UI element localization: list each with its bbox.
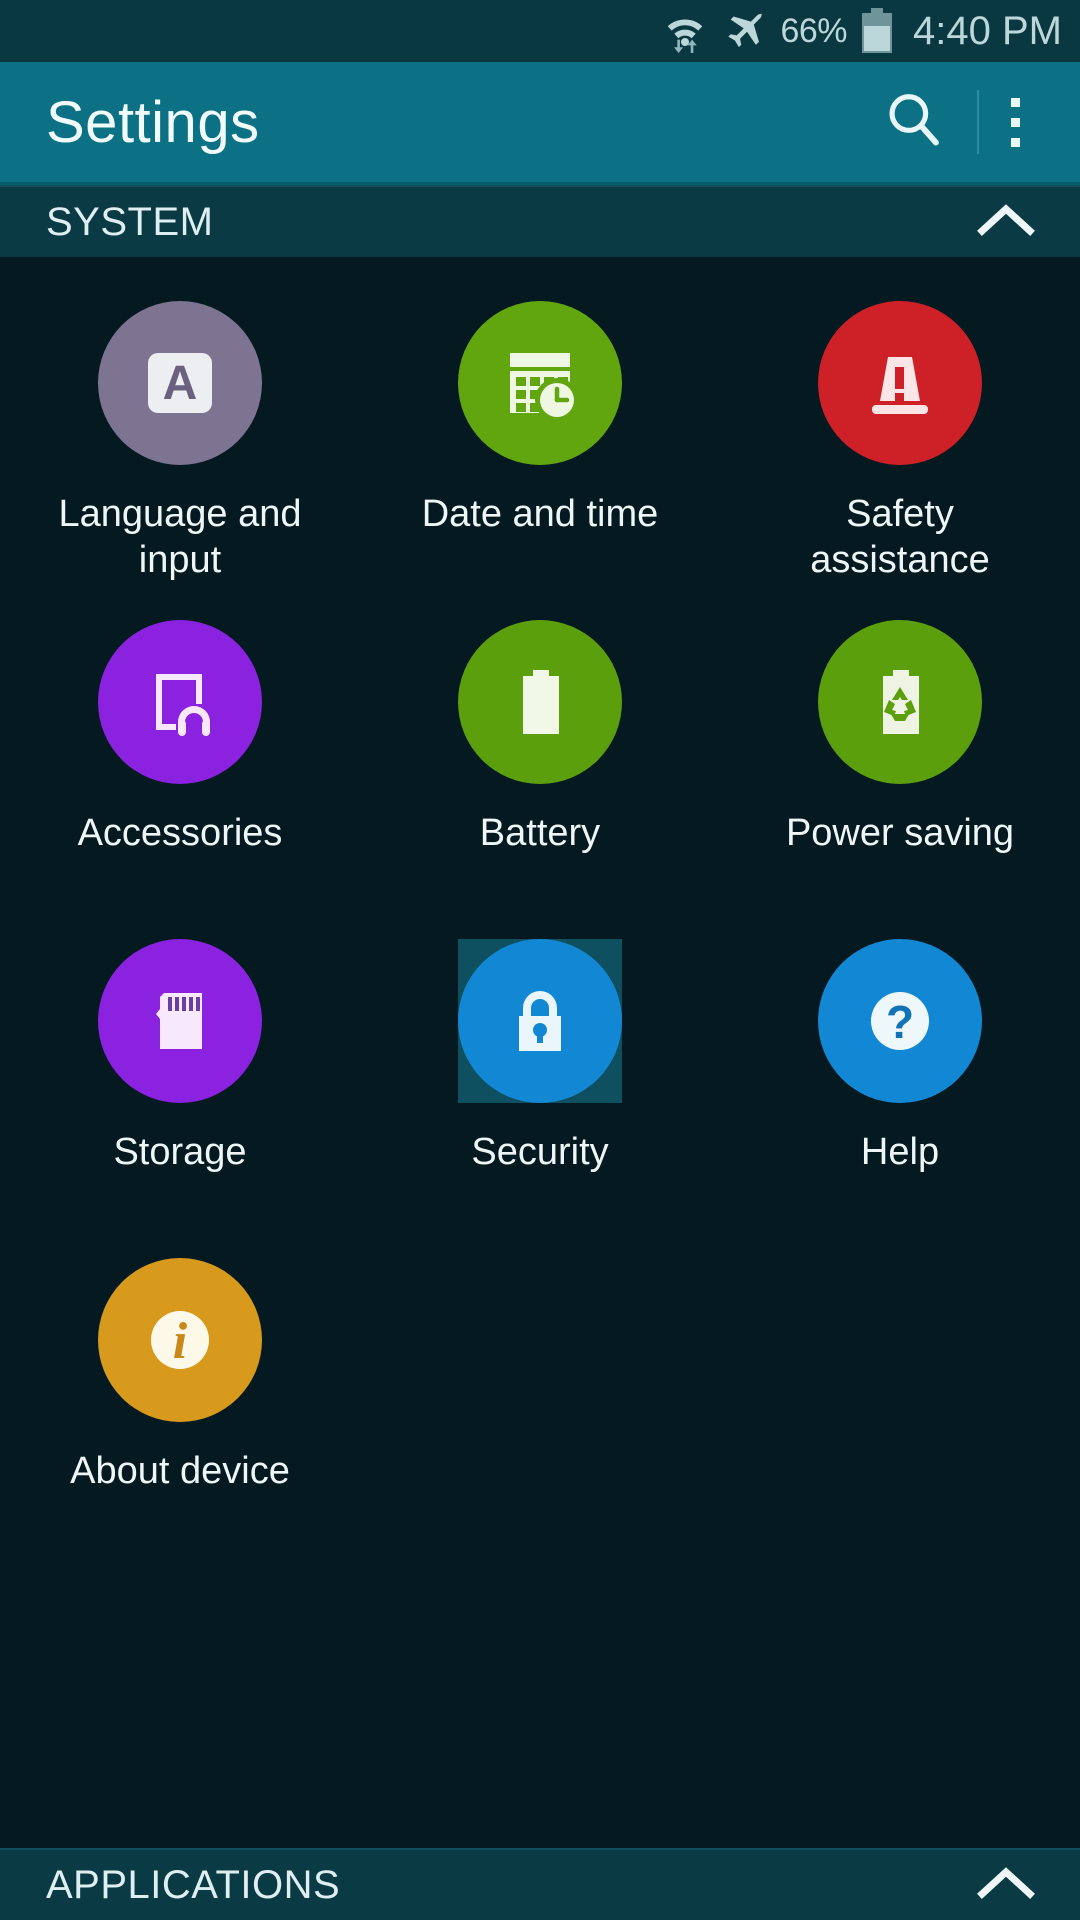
icon-wrapper: A xyxy=(98,301,262,465)
search-icon xyxy=(883,89,945,156)
grid-item-power-saving[interactable]: Power saving xyxy=(720,602,1080,921)
grid-item-label: Date and time xyxy=(421,493,659,535)
section-title-applications: APPLICATIONS xyxy=(46,1862,341,1907)
more-vertical-icon xyxy=(1011,97,1020,147)
grid-item-label: About device xyxy=(70,1450,290,1492)
grid-item-date-and-time[interactable]: Date and time xyxy=(360,283,720,602)
date-time-icon xyxy=(458,301,622,465)
section-header-applications[interactable]: APPLICATIONS xyxy=(0,1848,1080,1920)
icon-wrapper xyxy=(458,301,622,465)
chevron-up-icon xyxy=(962,1864,1050,1907)
grid-item-label: Security xyxy=(471,1131,609,1173)
accessories-icon xyxy=(98,620,262,784)
icon-wrapper xyxy=(98,620,262,784)
grid-item-storage[interactable]: Storage xyxy=(0,921,360,1240)
grid-item-label: Help xyxy=(860,1131,940,1173)
section-header-system[interactable]: SYSTEM xyxy=(0,185,1080,257)
overflow-menu-button[interactable] xyxy=(985,97,1046,147)
about-device-info-icon: i xyxy=(98,1258,262,1422)
grid-item-label: Language and input xyxy=(58,493,302,581)
battery-percent-label: 66% xyxy=(780,11,848,50)
settings-grid: A Language and input Date and time Safet… xyxy=(0,257,1080,1559)
safety-assistance-icon xyxy=(818,301,982,465)
grid-item-battery[interactable]: Battery xyxy=(360,602,720,921)
icon-wrapper: ? xyxy=(818,939,982,1103)
search-button[interactable] xyxy=(857,89,971,156)
action-bar: Settings xyxy=(0,62,1080,185)
grid-item-safety-assistance[interactable]: Safety assistance xyxy=(720,283,1080,602)
icon-wrapper-selected xyxy=(458,939,622,1103)
icon-wrapper xyxy=(818,620,982,784)
grid-item-label: Storage xyxy=(113,1131,247,1173)
status-bar: 66% 4:40 PM xyxy=(0,0,1080,62)
icon-wrapper xyxy=(818,301,982,465)
status-bar-clock: 4:40 PM xyxy=(913,8,1062,53)
battery-icon xyxy=(861,8,893,54)
icon-wrapper xyxy=(458,620,622,784)
storage-sdcard-icon xyxy=(98,939,262,1103)
icon-wrapper xyxy=(98,939,262,1103)
grid-item-security[interactable]: Security xyxy=(360,921,720,1240)
grid-item-about-device[interactable]: i About device xyxy=(0,1240,360,1559)
airplane-mode-icon xyxy=(722,9,766,53)
language-input-icon: A xyxy=(98,301,262,465)
section-title-system: SYSTEM xyxy=(46,199,214,244)
security-lock-icon xyxy=(458,939,622,1103)
wifi-data-transfer-icon xyxy=(662,8,708,54)
grid-item-label: Battery xyxy=(479,812,601,854)
help-question-icon: ? xyxy=(818,939,982,1103)
grid-item-label: Accessories xyxy=(77,812,283,854)
grid-item-help[interactable]: ? Help xyxy=(720,921,1080,1240)
battery-settings-icon xyxy=(458,620,622,784)
svg-text:?: ? xyxy=(886,996,914,1048)
power-saving-icon xyxy=(818,620,982,784)
action-bar-divider xyxy=(977,90,979,154)
grid-item-label: Power saving xyxy=(785,812,1015,854)
icon-wrapper: i xyxy=(98,1258,262,1422)
page-title: Settings xyxy=(46,89,260,155)
grid-item-accessories[interactable]: Accessories xyxy=(0,602,360,921)
svg-text:A: A xyxy=(163,357,198,410)
chevron-up-icon xyxy=(962,201,1050,244)
grid-item-label: Safety assistance xyxy=(810,493,990,581)
grid-item-language-and-input[interactable]: A Language and input xyxy=(0,283,360,602)
svg-text:i: i xyxy=(173,1313,188,1370)
